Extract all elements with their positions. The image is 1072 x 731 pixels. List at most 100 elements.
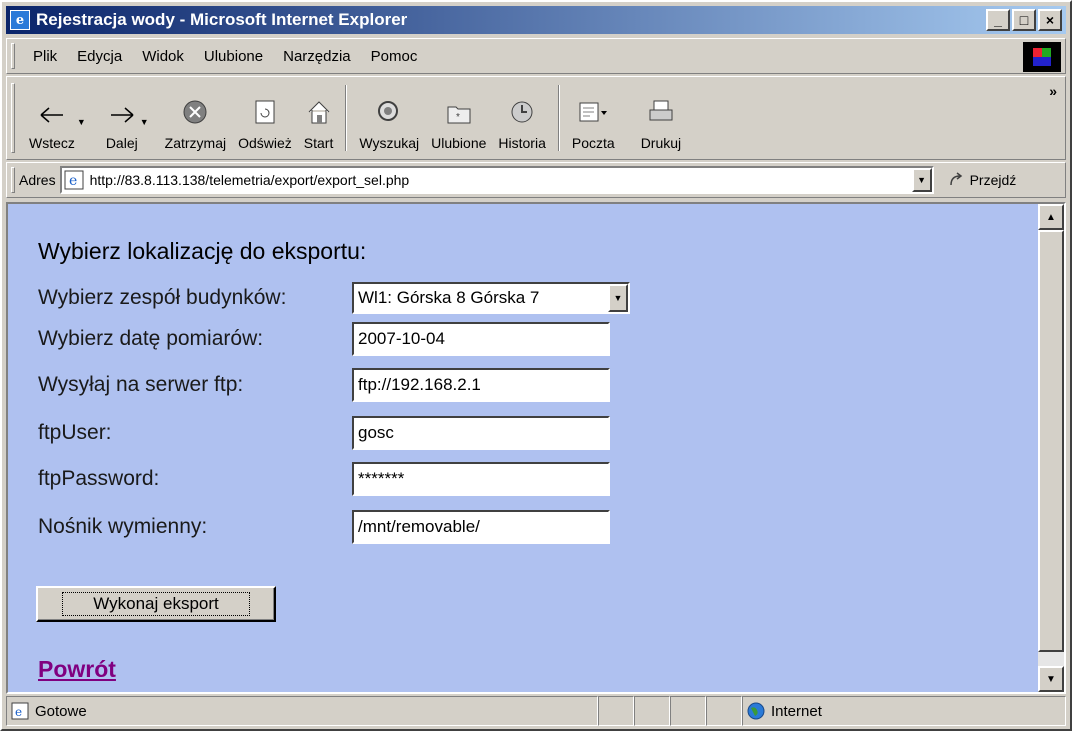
title-bar[interactable]: e Rejestracja wody - Microsoft Internet … [6, 6, 1066, 34]
home-icon [308, 101, 329, 124]
favorites-folder-icon: * [447, 106, 471, 124]
print-button[interactable]: Drukuj [635, 77, 687, 159]
scrollbar-thumb[interactable] [1038, 230, 1064, 652]
page-ie-icon: e [64, 170, 84, 190]
close-button[interactable]: × [1038, 9, 1062, 31]
go-button[interactable]: Przejdź [948, 171, 1017, 189]
refresh-label: Odśwież [238, 135, 292, 151]
page-heading-text: Wybierz lokalizację do eksportu: [38, 238, 367, 264]
address-bar: Adres e http://83.8.113.138/telemetria/e… [6, 162, 1066, 198]
ftp-user-row: ftpUser: gosc [38, 416, 610, 450]
export-submit-label: Wykonaj eksport [62, 592, 250, 616]
ftp-server-field[interactable]: ftp://192.168.2.1 [352, 368, 610, 402]
search-button[interactable]: Wyszukaj [353, 77, 425, 159]
building-select-value: Wl1: Górska 8 Górska 7 [358, 288, 540, 307]
content-frame: Wybierz lokalizację do eksportu: Wybierz… [6, 202, 1066, 694]
mail-button[interactable]: Poczta [566, 77, 621, 159]
stop-button[interactable]: Zatrzymaj [159, 77, 232, 159]
status-cell [706, 696, 742, 726]
menu-view[interactable]: Widok [132, 48, 194, 65]
svg-text:e: e [69, 173, 77, 189]
toolbar-separator [557, 85, 560, 151]
forward-arrow-icon [110, 107, 134, 123]
back-label: Wstecz [29, 135, 75, 151]
maximize-button[interactable]: □ [1012, 9, 1036, 31]
refresh-icon [255, 100, 275, 124]
building-label: Wybierz zespół budynków: [38, 286, 287, 309]
vertical-scrollbar[interactable]: ▲ ▼ [1038, 204, 1064, 692]
forward-dropdown-icon[interactable]: ▼ [140, 117, 149, 127]
date-row: Wybierz datę pomiarów: 2007-10-04 [38, 322, 610, 356]
page-heading: Wybierz lokalizację do eksportu: [38, 238, 366, 265]
ie-logo-icon: e [10, 10, 30, 30]
back-button[interactable]: Wstecz [23, 77, 81, 159]
menu-favorites[interactable]: Ulubione [194, 48, 273, 65]
back-arrow-icon [40, 107, 63, 123]
menu-grip[interactable] [11, 43, 15, 69]
status-cell [670, 696, 706, 726]
menu-file[interactable]: Plik [23, 48, 67, 65]
globe-icon [747, 702, 765, 720]
address-dropdown-icon[interactable]: ▼ [911, 168, 932, 192]
zone-label: Internet [771, 702, 822, 720]
zone-cell: Internet [742, 696, 1066, 726]
building-select[interactable]: Wl1: Górska 8 Górska 7 ▼ [352, 282, 630, 314]
window-title: Rejestracja wody - Microsoft Internet Ex… [36, 10, 408, 29]
refresh-button[interactable]: Odśwież [232, 77, 298, 159]
print-label: Drukuj [640, 135, 682, 151]
address-input[interactable]: e http://83.8.113.138/telemetria/export/… [59, 166, 934, 194]
back-dropdown-icon[interactable]: ▼ [77, 117, 86, 127]
export-submit-button[interactable]: Wykonaj eksport [36, 586, 276, 622]
windows-logo-icon [1023, 42, 1061, 72]
go-arrow-icon [949, 172, 962, 186]
chevron-down-icon[interactable]: ▼ [608, 284, 628, 312]
ftp-password-label: ftpPassword: [38, 467, 160, 490]
page-content: Wybierz lokalizację do eksportu: Wybierz… [8, 204, 1038, 692]
toolbar-more-chevron-icon[interactable]: » [1049, 83, 1057, 99]
page-status-icon: e [11, 702, 29, 720]
forward-button[interactable]: Dalej [100, 77, 144, 159]
ftp-row: Wysyłaj na serwer ftp: ftp://192.168.2.1 [38, 368, 610, 402]
svg-text:e: e [15, 705, 22, 719]
removable-label: Nośnik wymienny: [38, 515, 208, 538]
toolbar-grip[interactable] [11, 83, 15, 153]
stop-icon [183, 100, 207, 124]
browser-window: e Rejestracja wody - Microsoft Internet … [0, 0, 1072, 731]
favorites-button[interactable]: * Ulubione [425, 77, 492, 159]
toolbar-separator [345, 85, 348, 151]
stop-label: Zatrzymaj [164, 135, 227, 151]
ftp-password-field[interactable]: ******* [352, 462, 610, 496]
minimize-button[interactable]: _ [986, 9, 1010, 31]
go-label: Przejdź [969, 172, 1017, 188]
history-button[interactable]: Historia [492, 77, 551, 159]
back-link[interactable]: Powrót [38, 656, 116, 683]
menu-tools[interactable]: Narzędzia [273, 48, 361, 65]
address-url: http://83.8.113.138/telemetria/export/ex… [89, 172, 410, 188]
address-label: Adres [19, 172, 56, 188]
print-icon [649, 100, 673, 121]
search-icon [378, 101, 399, 121]
address-grip[interactable] [11, 167, 15, 193]
removable-row: Nośnik wymienny: /mnt/removable/ [38, 510, 610, 544]
status-bar: e Gotowe Internet [6, 696, 1066, 726]
date-field[interactable]: 2007-10-04 [352, 322, 610, 356]
history-label: Historia [498, 135, 546, 151]
status-text: Gotowe [35, 702, 87, 720]
ftp-user-field[interactable]: gosc [352, 416, 610, 450]
scroll-up-icon[interactable]: ▲ [1038, 204, 1064, 230]
home-label: Start [303, 135, 334, 151]
search-label: Wyszukaj [359, 135, 420, 151]
mail-label: Poczta [571, 135, 615, 151]
menu-bar: Plik Edycja Widok Ulubione Narzędzia Pom… [6, 38, 1066, 74]
ftp-label: Wysyłaj na serwer ftp: [38, 373, 244, 396]
forward-label: Dalej [105, 135, 138, 151]
status-text-cell: e Gotowe [6, 696, 598, 726]
menu-help[interactable]: Pomoc [361, 48, 428, 65]
menu-edit[interactable]: Edycja [67, 48, 132, 65]
ftp-user-label: ftpUser: [38, 421, 112, 444]
mail-icon [579, 102, 608, 122]
scroll-down-icon[interactable]: ▼ [1038, 666, 1064, 692]
home-button[interactable]: Start [298, 77, 340, 159]
building-row: Wybierz zespół budynków: Wl1: Górska 8 G… [38, 282, 630, 314]
removable-field[interactable]: /mnt/removable/ [352, 510, 610, 544]
